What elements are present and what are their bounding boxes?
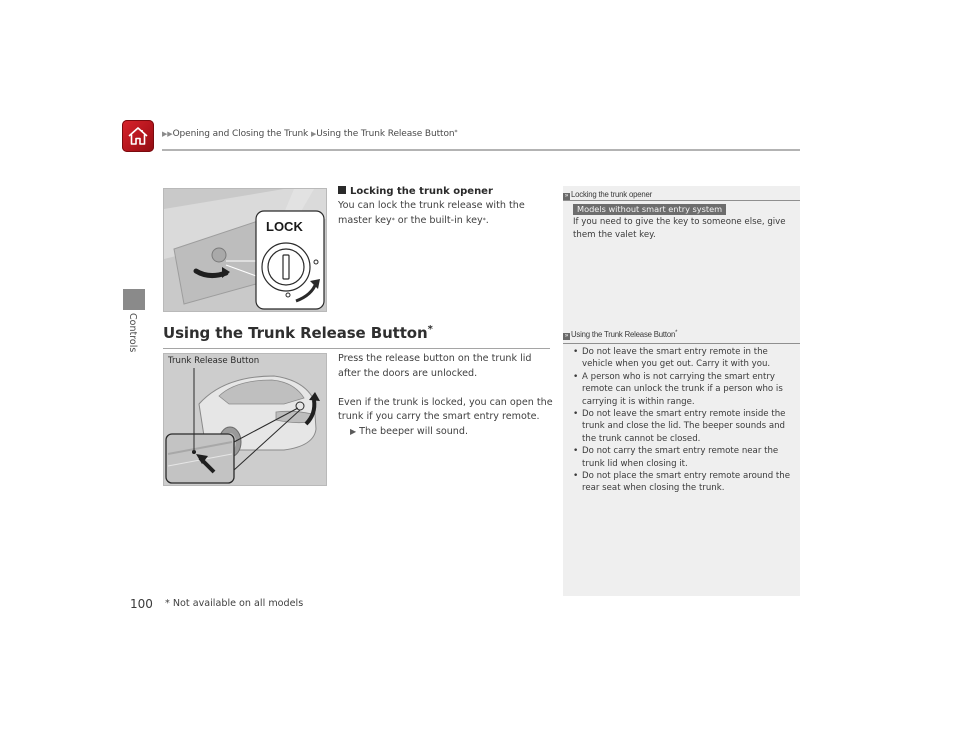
lock-figure: LOCK [163,188,327,312]
paragraph: Even if the trunk is locked, you can ope… [338,396,553,423]
list-item: A person who is not carrying the smart e… [573,371,795,408]
note-title: » Locking the trunk opener [563,190,800,200]
square-bullet-icon [338,186,346,194]
home-icon [128,127,148,145]
list-item: Do not place the smart entry remote arou… [573,470,795,495]
notes-panel: » Locking the trunk opener Models without… [563,186,800,596]
triangle-right-icon: ▶▶ [162,130,173,138]
locking-section-body: You can lock the trunk release with the … [338,199,553,228]
heading-text: Using the Trunk Release Button [163,324,428,342]
footnote: * Not available on all models [165,598,304,609]
section-heading: Using the Trunk Release Button* [163,324,433,342]
section-label: Controls [127,313,138,353]
figure-caption: Trunk Release Button [168,356,260,366]
asterisk-marker: * [675,330,678,336]
trunk-release-figure: Trunk Release Button [163,353,327,486]
locking-title-text: Locking the trunk opener [350,186,493,197]
triangle-right-icon: ▶ [350,426,357,436]
locking-section-title: Locking the trunk opener [338,186,493,197]
section-tab[interactable] [123,289,145,310]
lock-label: LOCK [266,219,303,234]
breadcrumb: ▶▶Opening and Closing the Trunk ▶Using t… [162,129,457,139]
list-item: Do not leave the smart entry remote in t… [573,346,795,371]
locking-body-text: or the built-in key [394,214,483,226]
note-title-text[interactable]: Locking the trunk opener [571,190,652,199]
result-text: The beeper will sound. [359,425,468,437]
breadcrumb-item-opening-closing-trunk[interactable]: Opening and Closing the Trunk [173,129,309,139]
note-divider [563,343,800,344]
paragraph: Press the release button on the trunk li… [338,353,532,379]
reference-icon: » [563,193,570,200]
car-trunk-illustration [164,354,326,485]
locking-body-text: . [485,214,489,226]
asterisk-marker: * [454,129,458,136]
list-item: Do not leave the smart entry remote insi… [573,408,795,445]
note-title: » Using the Trunk Release Button* [563,330,800,340]
breadcrumb-item-trunk-release-button[interactable]: Using the Trunk Release Button [316,129,454,139]
asterisk-marker: * [427,324,433,335]
list-item: Do not carry the smart entry remote near… [573,445,795,470]
key-cylinder-lock-illustration: LOCK [164,189,326,311]
reference-icon: » [563,333,570,340]
heading-divider [163,348,550,349]
note-title-text[interactable]: Using the Trunk Release Button [571,330,675,339]
page-number: 100 [130,597,153,611]
header-divider [162,149,800,151]
model-badge: Models without smart entry system [573,204,727,215]
note-divider [563,200,800,201]
result-line: ▶ The beeper will sound. [338,425,553,440]
caution-list: Do not leave the smart entry remote in t… [573,346,795,495]
note-text: If you need to give the key to someone e… [573,217,786,240]
home-button[interactable] [122,120,154,152]
release-section-body: Press the release button on the trunk li… [338,352,553,440]
